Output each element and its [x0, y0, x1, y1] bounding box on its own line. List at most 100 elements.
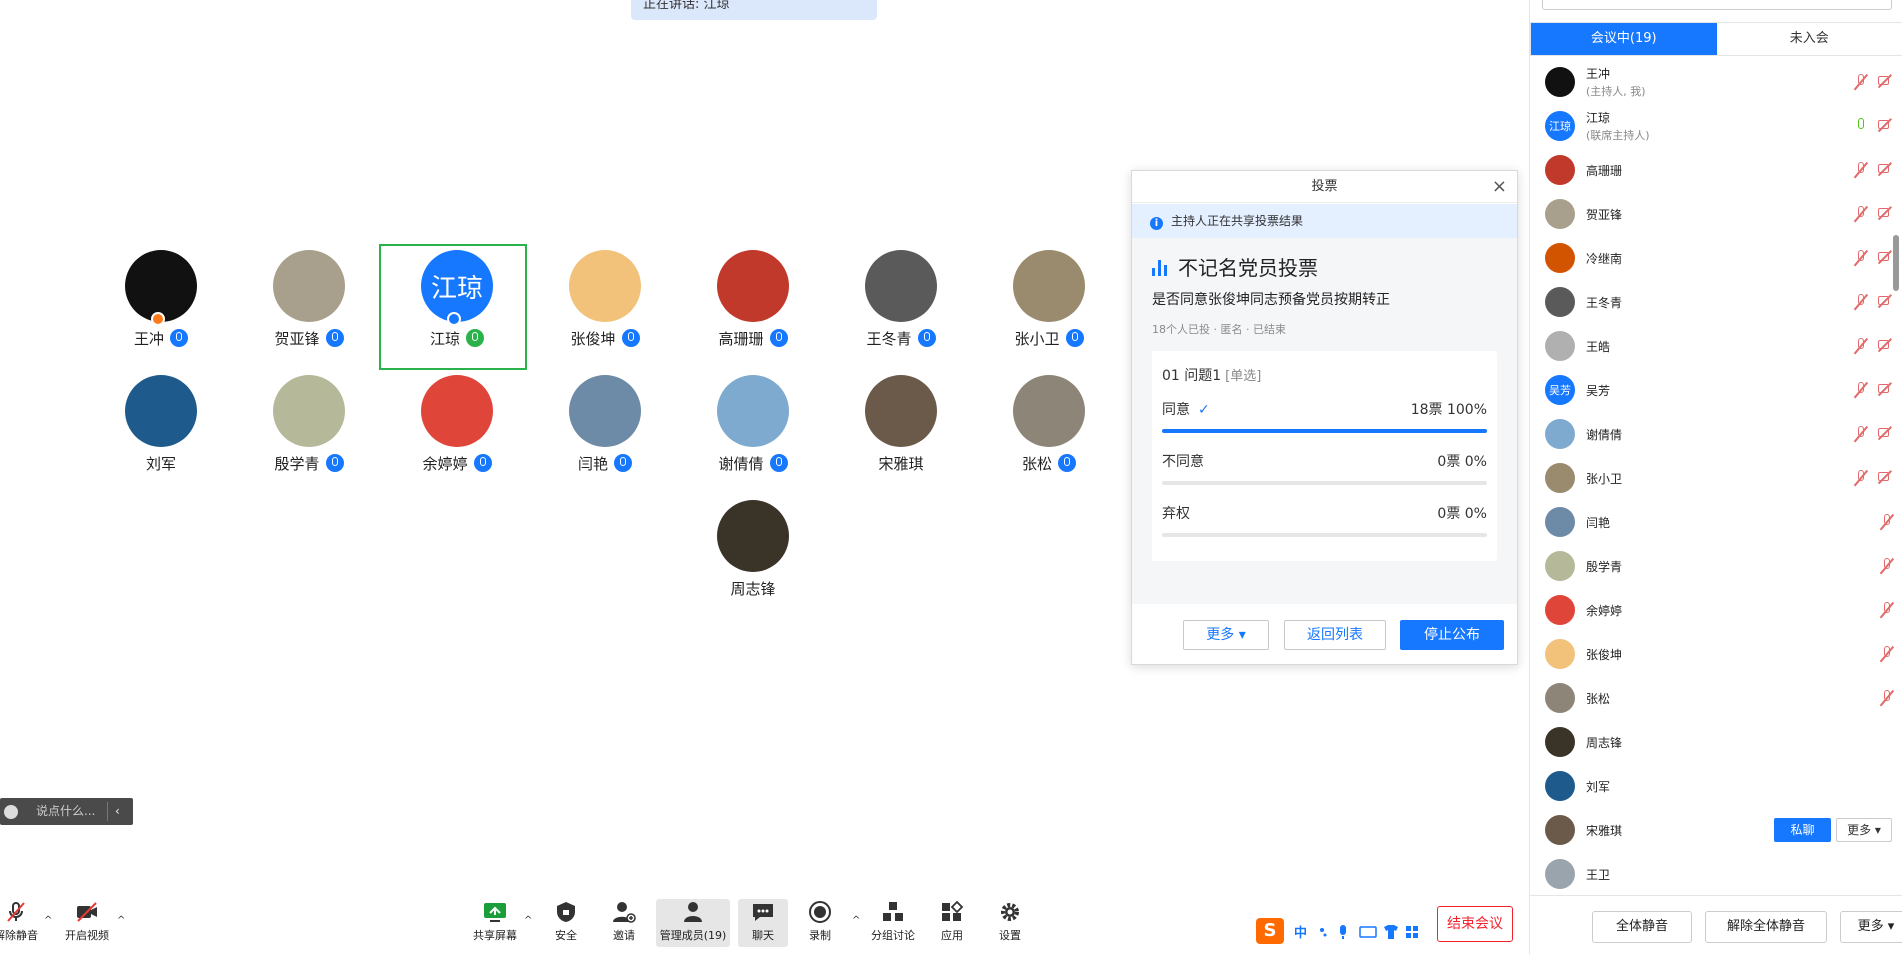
participant-name: 王冲: [85, 328, 237, 349]
participant-row[interactable]: 吴芳 吴芳: [1530, 368, 1902, 412]
end-meeting-button[interactable]: 结束会议: [1437, 906, 1513, 942]
start-video-button[interactable]: 开启视频: [62, 899, 112, 947]
mic-muted-icon[interactable]: [1854, 337, 1868, 355]
share-options-caret[interactable]: ^: [524, 915, 532, 926]
video-tile[interactable]: 宋雅琪: [825, 371, 969, 493]
avatar: [1545, 859, 1575, 889]
audio-options-caret[interactable]: ^: [44, 915, 52, 926]
participant-more-button[interactable]: 更多 ▾: [1836, 818, 1892, 842]
back-to-list-button[interactable]: 返回列表: [1284, 620, 1386, 650]
participant-name: 王卫: [1586, 868, 1611, 882]
apps-button[interactable]: 应用: [930, 899, 974, 947]
video-tile[interactable]: 高珊珊: [677, 246, 821, 368]
participant-row[interactable]: 谢倩倩: [1530, 412, 1902, 456]
participant-row[interactable]: 余婷婷: [1530, 588, 1902, 632]
video-tile[interactable]: 余婷婷: [381, 371, 525, 493]
mic-muted-icon[interactable]: [1854, 381, 1868, 399]
tab-not-joined[interactable]: 未入会: [1717, 23, 1902, 55]
video-tile[interactable]: 张俊坤: [529, 246, 673, 368]
share-screen-button[interactable]: 共享屏幕: [470, 899, 520, 947]
mic-muted-icon[interactable]: [1880, 513, 1894, 531]
participant-row[interactable]: 宋雅琪 私聊 更多 ▾: [1530, 808, 1902, 852]
ime-mode[interactable]: 中: [1294, 922, 1307, 941]
avatar: [1545, 727, 1575, 757]
video-tile[interactable]: 刘军: [85, 371, 229, 493]
video-tile[interactable]: 江琼 江琼: [379, 244, 527, 370]
participant-row[interactable]: 王冬青: [1530, 280, 1902, 324]
chat-button[interactable]: 聊天: [738, 899, 788, 947]
manage-members-button[interactable]: 管理成员(19): [656, 899, 730, 947]
mic-muted-icon[interactable]: [1854, 293, 1868, 311]
participant-row[interactable]: 高珊珊: [1530, 148, 1902, 192]
mic-muted-icon[interactable]: [1854, 425, 1868, 443]
video-off-icon[interactable]: [1878, 118, 1894, 132]
participant-row[interactable]: 闫艳: [1530, 500, 1902, 544]
participant-row[interactable]: 王卫: [1530, 852, 1902, 896]
emoji-icon[interactable]: [4, 805, 18, 819]
collapse-arrow-icon[interactable]: ‹: [115, 798, 120, 825]
video-tile[interactable]: 闫艳: [529, 371, 673, 493]
mic-muted-icon[interactable]: [1854, 73, 1868, 91]
video-tile[interactable]: 贺亚锋: [233, 246, 377, 368]
security-button[interactable]: 安全: [544, 899, 588, 947]
video-off-icon[interactable]: [1878, 206, 1894, 220]
participant-row[interactable]: 殷学青: [1530, 544, 1902, 588]
mic-muted-icon[interactable]: [1854, 205, 1868, 223]
mic-muted-icon[interactable]: [1854, 469, 1868, 487]
video-off-icon[interactable]: [1878, 74, 1894, 88]
avatar: 吴芳: [1545, 375, 1575, 405]
participant-row[interactable]: 张小卫: [1530, 456, 1902, 500]
panel-more-button[interactable]: 更多 ▾: [1840, 911, 1902, 943]
invite-button[interactable]: 邀请: [602, 899, 646, 947]
record-options-caret[interactable]: ^: [852, 915, 860, 926]
tab-in-meeting[interactable]: 会议中(19): [1531, 23, 1717, 55]
video-tile[interactable]: 张松: [973, 371, 1117, 493]
mic-on-icon[interactable]: [1854, 117, 1868, 135]
video-tile[interactable]: 王冬青: [825, 246, 969, 368]
video-tile[interactable]: 谢倩倩: [677, 371, 821, 493]
participant-row[interactable]: 张松: [1530, 676, 1902, 720]
mic-muted-icon[interactable]: [1880, 557, 1894, 575]
participant-row[interactable]: 刘军: [1530, 764, 1902, 808]
video-tile[interactable]: 殷学青: [233, 371, 377, 493]
mute-all-button[interactable]: 全体静音: [1592, 911, 1692, 943]
video-off-icon[interactable]: [1878, 250, 1894, 264]
participant-row[interactable]: 周志锋: [1530, 720, 1902, 764]
poll-more-button[interactable]: 更多 ▾: [1183, 620, 1269, 650]
video-off-icon[interactable]: [1878, 426, 1894, 440]
input-method-bar[interactable]: S 中: [1256, 918, 1428, 946]
video-options-caret[interactable]: ^: [117, 915, 125, 926]
participant-row[interactable]: 江琼 江琼 (联席主持人): [1530, 104, 1902, 148]
list-scrollbar[interactable]: [1893, 235, 1899, 291]
participant-row[interactable]: 王皓: [1530, 324, 1902, 368]
video-off-icon[interactable]: [1878, 162, 1894, 176]
quick-chat-input[interactable]: 说点什么... ‹: [0, 798, 133, 825]
participant-row[interactable]: 张俊坤: [1530, 632, 1902, 676]
participant-row[interactable]: 贺亚锋: [1530, 192, 1902, 236]
video-off-icon[interactable]: [1878, 470, 1894, 484]
mic-muted-icon[interactable]: [1880, 689, 1894, 707]
video-tile[interactable]: 张小卫: [973, 246, 1117, 368]
mic-muted-icon[interactable]: [1854, 249, 1868, 267]
video-off-icon[interactable]: [1878, 338, 1894, 352]
video-off-icon[interactable]: [1878, 294, 1894, 308]
search-input[interactable]: [1542, 0, 1892, 10]
stop-publish-button[interactable]: 停止公布: [1400, 620, 1504, 650]
video-tile[interactable]: 王冲: [85, 246, 229, 368]
private-chat-button[interactable]: 私聊: [1774, 818, 1831, 842]
video-off-icon[interactable]: [1878, 382, 1894, 396]
participant-row[interactable]: 王冲 (主持人, 我): [1530, 60, 1902, 104]
mic-muted-icon[interactable]: [1880, 645, 1894, 663]
breakout-button[interactable]: 分组讨论: [868, 899, 918, 947]
unmute-button[interactable]: 解除静音: [0, 899, 40, 947]
close-icon[interactable]: ×: [1492, 171, 1507, 203]
video-tile[interactable]: 周志锋: [677, 496, 821, 618]
settings-button[interactable]: 设置: [988, 899, 1032, 947]
mic-muted-icon[interactable]: [1854, 161, 1868, 179]
participant-row[interactable]: 冷继南: [1530, 236, 1902, 280]
record-button[interactable]: 录制: [800, 899, 840, 947]
unmute-all-button[interactable]: 解除全体静音: [1705, 911, 1827, 943]
ime-tool-icons[interactable]: [1316, 924, 1426, 940]
mic-muted-icon[interactable]: [1880, 601, 1894, 619]
participant-name: 闫艳: [529, 453, 681, 474]
